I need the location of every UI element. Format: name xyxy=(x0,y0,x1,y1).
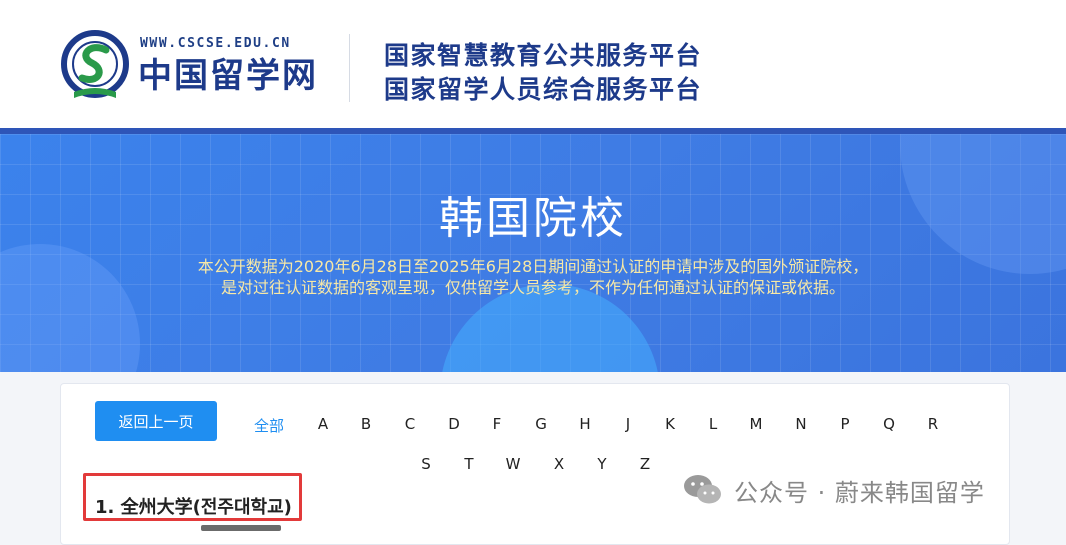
watermark: 公众号 · 蔚来韩国留学 xyxy=(682,470,985,510)
wechat-icon xyxy=(684,475,721,504)
back-button[interactable]: 返回上一页 xyxy=(95,401,217,441)
filter-letter-x[interactable]: X xyxy=(546,455,572,473)
disclaimer-line-2: 是对过往认证数据的客观呈现，仅供留学人员参考，不作为任何通过认证的保证或依据。 xyxy=(220,278,845,297)
filter-letter-b[interactable]: B xyxy=(353,415,379,433)
filter-letter-p[interactable]: P xyxy=(832,415,858,433)
filter-letter-c[interactable]: C xyxy=(397,415,423,433)
site-name[interactable]: 中国留学网 xyxy=(138,54,318,98)
filter-letter-k[interactable]: K xyxy=(657,415,683,433)
filter-letter-y[interactable]: Y xyxy=(589,455,615,473)
filter-letter-r[interactable]: R xyxy=(920,415,946,433)
filter-letter-s[interactable]: S xyxy=(413,455,439,473)
filter-letter-j[interactable]: J xyxy=(615,415,641,433)
platform-title-1: 国家智慧教育公共服务平台 xyxy=(384,41,703,70)
filter-letter-a[interactable]: A xyxy=(310,415,336,433)
hero-banner: 韩国院校 本公开数据为2020年6月28日至2025年6月28日期间通过认证的申… xyxy=(0,134,1066,372)
filter-letter-h[interactable]: H xyxy=(572,415,598,433)
platform-title-2: 国家留学人员综合服务平台 xyxy=(384,75,703,104)
site-url: WWW.CSCSE.EDU.CN xyxy=(140,36,291,51)
disclaimer-line-1: 本公开数据为2020年6月28日至2025年6月28日期间通过认证的申请中涉及的… xyxy=(197,257,869,276)
cscse-logo-icon[interactable] xyxy=(60,30,130,104)
filter-all[interactable]: 全部 xyxy=(249,415,289,436)
watermark-text: 公众号 · 蔚来韩国留学 xyxy=(734,478,985,507)
filter-letter-l[interactable]: L xyxy=(700,415,726,433)
site-header: WWW.CSCSE.EDU.CN 中国留学网 国家智慧教育公共服务平台 国家留学… xyxy=(0,0,1066,134)
school-list-item[interactable]: 1. 全州大学(전주대학교) xyxy=(95,493,292,519)
filter-letter-d[interactable]: D xyxy=(441,415,467,433)
filter-letter-m[interactable]: M xyxy=(743,415,769,433)
filter-letter-t[interactable]: T xyxy=(456,455,482,473)
school-list-card: 返回上一页 全部 A B C D F G H J K L M N P Q R S… xyxy=(60,383,1010,545)
filter-letter-g[interactable]: G xyxy=(528,415,554,433)
next-list-item-partial xyxy=(201,525,281,531)
filter-letter-z[interactable]: Z xyxy=(632,455,658,473)
filter-letter-w[interactable]: W xyxy=(500,455,526,473)
filter-letter-n[interactable]: N xyxy=(788,415,814,433)
filter-letter-f[interactable]: F xyxy=(484,415,510,433)
page-title: 韩国院校 xyxy=(439,193,627,244)
filter-letter-q[interactable]: Q xyxy=(876,415,902,433)
header-divider xyxy=(349,34,350,102)
